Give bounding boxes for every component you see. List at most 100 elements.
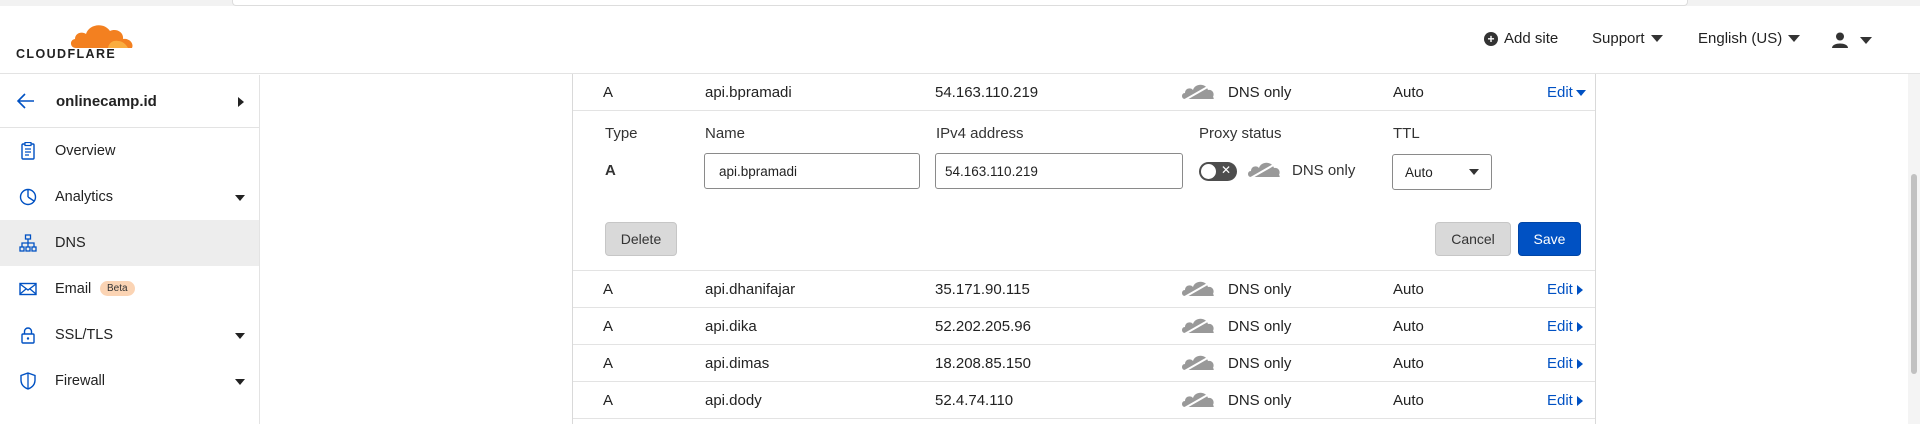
chevron-down-icon <box>1860 36 1872 44</box>
dns-records-table: A api.bpramadi 54.163.110.219 DNS only A… <box>572 74 1596 424</box>
scrollbar-thumb[interactable] <box>1911 174 1917 374</box>
proxy-status-label: Proxy status <box>1199 125 1282 142</box>
ttl-select[interactable]: Auto <box>1392 154 1492 190</box>
sidebar-item-label: Analytics <box>55 189 114 205</box>
close-icon: ✕ <box>1221 163 1232 177</box>
sidebar-item-label: Firewall <box>55 373 105 389</box>
record-proxy-status: DNS only <box>1228 281 1292 298</box>
sidebar-item-firewall[interactable]: Firewall <box>0 358 259 404</box>
caret-down-icon <box>1575 89 1586 96</box>
lock-icon <box>21 327 35 344</box>
envelope-icon <box>19 282 37 296</box>
name-label: Name <box>705 125 746 142</box>
sidebar-item-label: SSL/TLS <box>55 327 114 343</box>
account-menu[interactable] <box>1832 32 1872 48</box>
sidebar-item-overview[interactable]: Overview <box>0 128 259 174</box>
add-site-label: Add site <box>1504 30 1559 47</box>
proxy-status-value: DNS only <box>1292 162 1356 179</box>
ipv4-input[interactable]: 54.163.110.219 <box>935 153 1183 189</box>
chevron-down-icon <box>1788 35 1801 42</box>
edit-link[interactable]: Edit <box>1547 392 1583 409</box>
record-edit-form: Type Name IPv4 address Proxy status TTL … <box>573 111 1595 271</box>
sidebar-item-ssl-tls[interactable]: SSL/TLS <box>0 312 259 358</box>
caret-right-icon <box>1576 321 1583 332</box>
record-ttl: Auto <box>1393 318 1424 335</box>
cloud-dns-only-icon <box>1182 281 1214 299</box>
clipboard-icon <box>21 142 35 160</box>
support-menu[interactable]: Support <box>1592 30 1663 47</box>
network-icon <box>19 234 37 252</box>
caret-right-icon <box>1576 358 1583 369</box>
sidebar-item-email[interactable]: Email Beta <box>0 266 259 312</box>
caret-right-icon <box>1576 395 1583 406</box>
chevron-down-icon <box>235 333 245 339</box>
edit-link[interactable]: Edit <box>1547 355 1583 372</box>
plus-circle-icon: + <box>1484 31 1498 46</box>
chevron-down-icon <box>235 195 245 201</box>
sidebar-item-label: DNS <box>55 235 86 251</box>
record-ttl: Auto <box>1393 84 1424 101</box>
name-input-value: api.bpramadi <box>719 163 798 179</box>
sidebar-item-label: Email <box>55 281 92 297</box>
language-menu[interactable]: English (US) <box>1698 30 1801 47</box>
type-label: Type <box>605 125 638 142</box>
record-name: api.dody <box>705 392 762 409</box>
proxy-toggle[interactable]: ✕ <box>1199 162 1237 181</box>
record-ttl: Auto <box>1393 355 1424 372</box>
chevron-down-icon <box>235 379 245 385</box>
table-row[interactable]: A api.dimas 18.208.85.150 DNS only Auto … <box>573 345 1595 382</box>
record-type: A <box>603 392 614 409</box>
edit-label: Edit <box>1547 84 1573 101</box>
record-type: A <box>603 84 614 101</box>
cancel-button[interactable]: Cancel <box>1435 222 1511 256</box>
record-type: A <box>603 281 614 298</box>
sidebar-item-dns[interactable]: DNS <box>0 220 259 266</box>
support-label: Support <box>1592 30 1645 47</box>
sidebar-item-analytics[interactable]: Analytics <box>0 174 259 220</box>
table-row[interactable]: A api.dika 52.202.205.96 DNS only Auto E… <box>573 308 1595 345</box>
type-value: A <box>605 162 616 179</box>
table-row[interactable]: A api.dhanifajar 35.171.90.115 DNS only … <box>573 271 1595 308</box>
add-site-link[interactable]: + Add site <box>1484 30 1558 47</box>
edit-label: Edit <box>1547 392 1573 409</box>
sidebar: onlinecamp.id Overview Analytics DNS Ema… <box>0 75 260 424</box>
save-button[interactable]: Save <box>1518 222 1581 256</box>
record-content: 52.202.205.96 <box>935 318 1031 335</box>
edit-link[interactable]: Edit <box>1547 318 1583 335</box>
record-name: api.dika <box>705 318 757 335</box>
logo-wordmark: CLOUDFLARE <box>16 47 117 61</box>
name-input[interactable]: api.bpramadi <box>704 153 920 189</box>
beta-badge: Beta <box>100 281 135 296</box>
user-icon <box>1832 32 1848 48</box>
edit-link[interactable]: Edit <box>1547 84 1586 101</box>
record-ttl: Auto <box>1393 392 1424 409</box>
ttl-label: TTL <box>1393 125 1420 142</box>
table-row-editing[interactable]: A api.bpramadi 54.163.110.219 DNS only A… <box>573 74 1595 111</box>
cloudflare-logo[interactable]: CLOUDFLARE <box>16 20 133 66</box>
ipv4-input-value: 54.163.110.219 <box>945 163 1038 179</box>
table-row[interactable]: A api.dody 52.4.74.110 DNS only Auto Edi… <box>573 382 1595 419</box>
record-content: 35.171.90.115 <box>935 281 1030 298</box>
cloud-dns-only-icon <box>1182 318 1214 336</box>
record-proxy-status: DNS only <box>1228 392 1292 409</box>
language-label: English (US) <box>1698 30 1783 47</box>
ttl-select-value: Auto <box>1405 164 1433 180</box>
edit-link[interactable]: Edit <box>1547 281 1583 298</box>
record-name: api.dhanifajar <box>705 281 796 298</box>
shield-icon <box>20 372 36 390</box>
record-proxy-status: DNS only <box>1228 355 1292 372</box>
record-type: A <box>603 318 614 335</box>
delete-button[interactable]: Delete <box>605 222 677 256</box>
record-proxy-status: DNS only <box>1228 84 1292 101</box>
chevron-down-icon <box>1469 169 1479 175</box>
page-scrollbar[interactable] <box>1908 74 1920 424</box>
edit-label: Edit <box>1547 318 1573 335</box>
arrow-left-icon[interactable] <box>16 92 36 110</box>
cloud-dns-only-icon <box>1182 392 1214 410</box>
zone-selector[interactable]: onlinecamp.id <box>0 75 259 128</box>
edit-label: Edit <box>1547 281 1573 298</box>
record-content: 54.163.110.219 <box>935 84 1039 101</box>
chevron-down-icon <box>1650 35 1663 42</box>
cloud-dns-only-icon <box>1182 355 1214 373</box>
pie-chart-icon <box>19 188 37 206</box>
